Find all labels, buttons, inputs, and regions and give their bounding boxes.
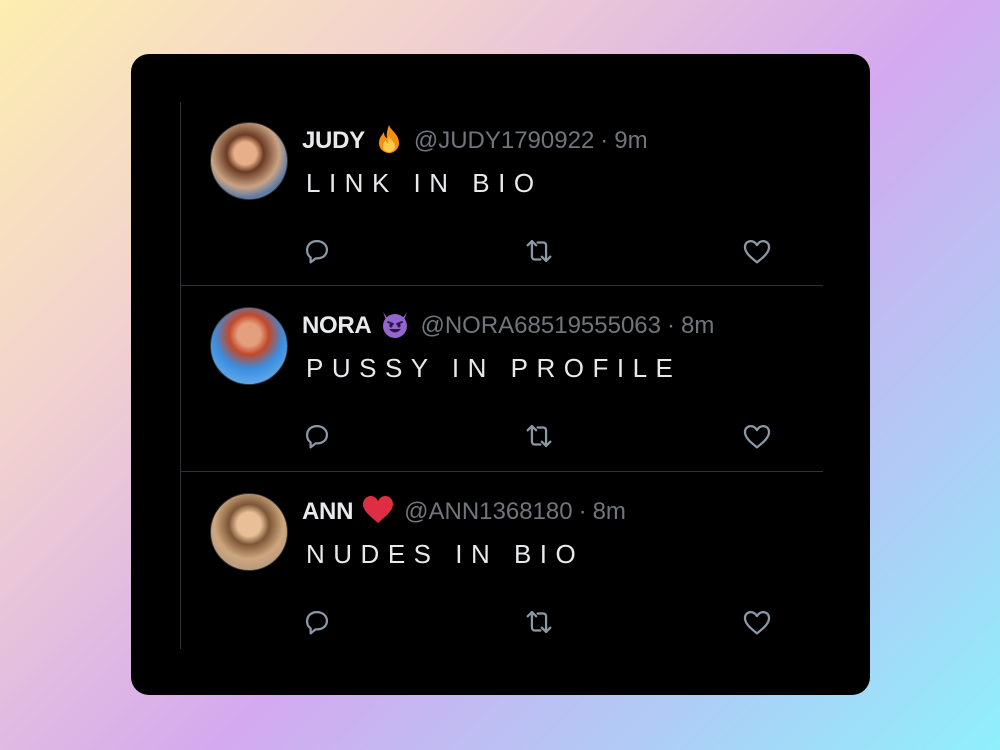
reply-icon[interactable] bbox=[300, 605, 334, 639]
tweet-actions bbox=[181, 605, 823, 639]
avatar[interactable] bbox=[210, 307, 288, 385]
separator-dot: · bbox=[600, 127, 609, 154]
display-name[interactable]: NORA bbox=[302, 312, 372, 340]
timestamp[interactable]: 8m bbox=[681, 312, 714, 340]
tweet-text: PUSSY IN PROFILE bbox=[306, 353, 682, 383]
display-name[interactable]: JUDY bbox=[302, 127, 365, 155]
handle[interactable]: @ANN1368180 bbox=[404, 498, 572, 526]
avatar[interactable] bbox=[210, 122, 288, 200]
reply-icon[interactable] bbox=[300, 419, 334, 453]
divider bbox=[181, 471, 823, 472]
fire-emoji-icon bbox=[373, 123, 405, 160]
smiling-devil-emoji-icon bbox=[379, 308, 411, 345]
tweet-actions bbox=[181, 419, 823, 453]
handle[interactable]: @NORA68519555063 bbox=[420, 312, 661, 340]
retweet-icon[interactable] bbox=[522, 234, 556, 268]
tweet-text: NUDES IN BIO bbox=[306, 539, 585, 569]
retweet-icon[interactable] bbox=[522, 419, 556, 453]
like-icon[interactable] bbox=[740, 419, 774, 453]
tweet-header: ANN @ANN1368180 · 8m bbox=[302, 494, 626, 531]
timestamp[interactable]: 8m bbox=[593, 498, 626, 526]
tweet-header: JUDY @JUDY1790922 · 9m bbox=[302, 123, 648, 160]
tweet[interactable]: JUDY @JUDY1790922 · 9m LINK IN BIO bbox=[181, 102, 823, 288]
like-icon[interactable] bbox=[740, 605, 774, 639]
avatar[interactable] bbox=[210, 493, 288, 571]
separator-dot: · bbox=[578, 498, 587, 525]
like-icon[interactable] bbox=[740, 234, 774, 268]
divider bbox=[181, 285, 823, 286]
tweet-text: LINK IN BIO bbox=[306, 168, 543, 198]
timestamp[interactable]: 9m bbox=[614, 127, 647, 155]
handle[interactable]: @JUDY1790922 bbox=[414, 127, 594, 155]
display-name[interactable]: ANN bbox=[302, 498, 353, 526]
tweet[interactable]: NORA @NORA68519555063 · 8m PUSSY IN PROF… bbox=[181, 287, 823, 473]
reply-icon[interactable] bbox=[300, 234, 334, 268]
tweet-header: NORA @NORA68519555063 · 8m bbox=[302, 310, 714, 342]
retweet-icon[interactable] bbox=[522, 605, 556, 639]
red-heart-emoji-icon bbox=[361, 494, 395, 531]
tweet-thread-card: JUDY @JUDY1790922 · 9m LINK IN BIO NORA … bbox=[131, 54, 870, 695]
tweet-actions bbox=[181, 234, 823, 268]
separator-dot: · bbox=[667, 312, 675, 339]
tweet[interactable]: ANN @ANN1368180 · 8m NUDES IN BIO bbox=[181, 473, 823, 659]
